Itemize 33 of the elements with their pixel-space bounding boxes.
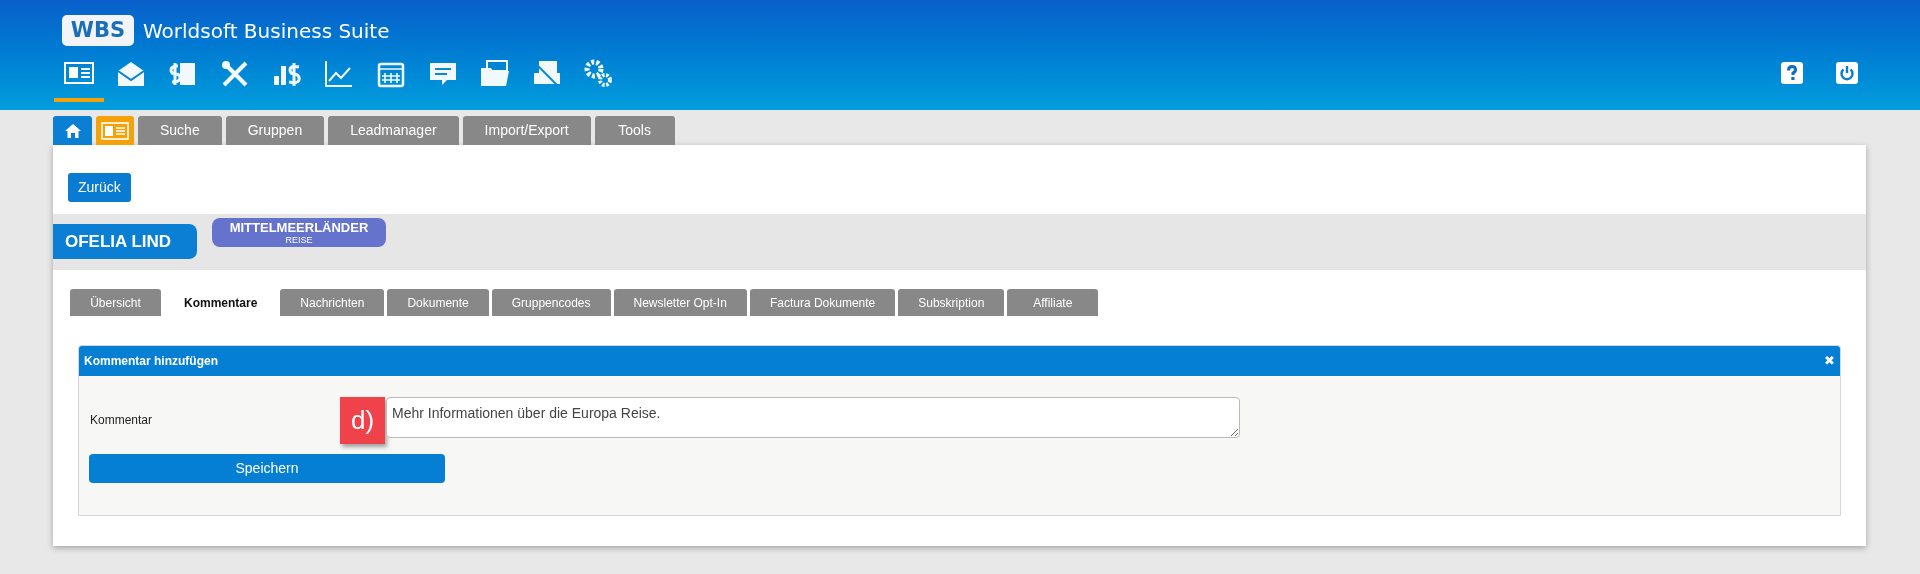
module-tab[interactable]: Suche <box>138 116 222 145</box>
tab[interactable]: Newsletter Opt-In <box>613 289 747 316</box>
tab[interactable]: Factura Dokumente <box>749 289 896 316</box>
tab[interactable]: Dokumente <box>387 289 489 316</box>
help-icon[interactable] <box>1781 62 1803 84</box>
module-tab[interactable]: Import/Export <box>462 116 591 145</box>
module-tab[interactable]: Gruppen <box>225 116 325 145</box>
home-icon <box>63 122 82 139</box>
module-tab[interactable]: Leadmanager <box>328 116 459 145</box>
tab[interactable]: Übersicht <box>70 289 161 316</box>
home-tab[interactable] <box>53 116 92 145</box>
contact-card-tab[interactable] <box>96 116 134 145</box>
comment-field[interactable]: Mehr Informationen über die Europa Reise. <box>386 397 1240 438</box>
app-title: Worldsoft Business Suite <box>143 17 390 45</box>
id-card-icon <box>101 121 129 140</box>
panel-header: Kommentar hinzufügen ✖ <box>79 346 1840 376</box>
annotation-badge: d) <box>340 397 385 444</box>
back-button[interactable]: Zurück <box>68 173 131 202</box>
tab[interactable]: Nachrichten <box>280 289 385 316</box>
module-tab[interactable]: Tools <box>594 116 675 145</box>
logo-badge: WBS <box>62 15 134 46</box>
save-button[interactable]: Speichern <box>89 454 445 483</box>
power-icon[interactable] <box>1836 62 1858 84</box>
tab[interactable]: Subskription <box>898 289 1005 316</box>
tab[interactable]: Affiliate <box>1007 289 1099 316</box>
line-chart-icon[interactable] <box>323 58 355 90</box>
group-badge: MITTELMEERLÄNDER REISE <box>212 218 386 247</box>
field-label: Kommentar <box>90 412 154 429</box>
gears-icon[interactable] <box>583 58 615 90</box>
contact-name: OFELIA LIND <box>53 224 197 259</box>
active-indicator <box>54 98 104 102</box>
close-button[interactable]: ✖ <box>1824 351 1835 371</box>
tab[interactable]: Gruppencodes <box>491 289 611 316</box>
